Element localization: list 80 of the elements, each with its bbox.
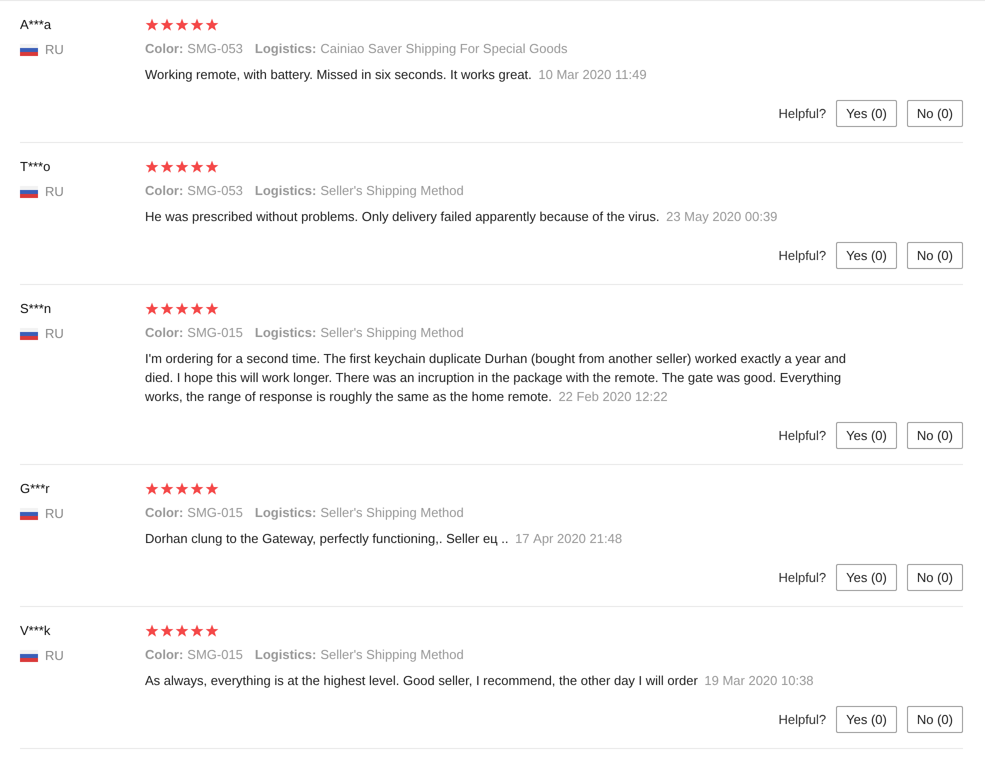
no-button[interactable]: No (0): [906, 242, 963, 269]
user-name: G***r: [20, 480, 51, 498]
color-label: Color:: [145, 505, 184, 520]
star-icon: [175, 624, 189, 638]
helpful-label: Helpful?: [778, 106, 826, 121]
star-icon: [190, 18, 204, 32]
color-label: Color:: [145, 647, 184, 662]
flag-icon: [20, 328, 38, 340]
country-code: RU: [45, 42, 64, 57]
country-code: RU: [45, 184, 64, 199]
country-code: RU: [45, 506, 64, 521]
flag-icon: [20, 44, 38, 56]
review-text: Dorhan clung to the Gateway, perfectly functioning,. Seller ец .. 17 Apr 2020 21:48: [145, 530, 624, 548]
user-name: V***k: [20, 622, 52, 640]
color-label: Color:: [145, 325, 184, 340]
user-name: T***o: [20, 158, 52, 176]
review-text: He was prescribed without problems. Only delivery failed apparently because of the virus. 23 May 2020 00:39: [145, 208, 778, 226]
logistics-value: Seller's Shipping Method: [320, 183, 464, 198]
logistics-label: Logistics:: [254, 325, 316, 340]
logistics-label: Logistics:: [254, 41, 316, 56]
star-icon: [205, 160, 219, 174]
color-value: SMG-015: [187, 505, 243, 520]
logistics-value: Seller's Shipping Method: [320, 505, 464, 520]
yes-button[interactable]: Yes (0): [836, 422, 897, 449]
star-icon: [190, 624, 204, 638]
yes-button[interactable]: Yes (0): [836, 242, 897, 269]
star-icon: [160, 482, 174, 496]
review-text: I'm ordering for a second time. The first keychain duplicate Durhan (bought from another seller) worked exactly a year and died. I hope this will work longer. There was an incruption in the package with the remote. The gate was good. Everything works, the range of response is roughly the same as the home remote. 22 Feb 2020 12:22: [145, 350, 847, 406]
user-name: A***a: [20, 16, 52, 34]
review-text: Working remote, with battery. Missed in six seconds. It works great. 10 Mar 2020 11:49: [145, 66, 648, 84]
yes-button[interactable]: Yes (0): [836, 564, 897, 591]
color-value: SMG-053: [187, 183, 243, 198]
color-value: SMG-015: [187, 325, 243, 340]
star-icon: [175, 482, 189, 496]
flag-icon: [20, 186, 38, 198]
helpful-label: Helpful?: [778, 712, 826, 727]
yes-button[interactable]: Yes (0): [836, 100, 897, 127]
star-icon: [205, 18, 219, 32]
color-label: Color:: [145, 183, 184, 198]
star-icon: [160, 18, 174, 32]
yes-button[interactable]: Yes (0): [836, 706, 897, 733]
star-icon: [145, 624, 159, 638]
star-icon: [160, 302, 174, 316]
no-button[interactable]: No (0): [906, 564, 963, 591]
logistics-label: Logistics:: [254, 183, 316, 198]
country-code: RU: [45, 326, 64, 341]
star-icon: [175, 160, 189, 174]
star-icon: [145, 302, 159, 316]
flag-icon: [20, 508, 38, 520]
star-icon: [175, 18, 189, 32]
star-icon: [160, 624, 174, 638]
country-code: RU: [45, 648, 64, 663]
helpful-label: Helpful?: [778, 428, 826, 443]
star-icon: [145, 18, 159, 32]
star-icon: [205, 482, 219, 496]
helpful-label: Helpful?: [778, 570, 826, 585]
review-text: As always, everything is at the highest level. Good seller, I recommend, the other day I will order 19 Mar 2020 10:38: [145, 672, 815, 690]
helpful-label: Helpful?: [778, 248, 826, 263]
star-icon: [190, 482, 204, 496]
color-value: SMG-053: [187, 41, 243, 56]
logistics-value: Seller's Shipping Method: [320, 647, 464, 662]
logistics-label: Logistics:: [254, 647, 316, 662]
star-icon: [205, 302, 219, 316]
star-icon: [160, 160, 174, 174]
flag-icon: [20, 650, 38, 662]
no-button[interactable]: No (0): [906, 706, 963, 733]
no-button[interactable]: No (0): [906, 422, 963, 449]
user-name: S***n: [20, 300, 52, 318]
logistics-label: Logistics:: [254, 505, 316, 520]
color-value: SMG-015: [187, 647, 243, 662]
star-icon: [145, 482, 159, 496]
star-icon: [205, 624, 219, 638]
logistics-value: Seller's Shipping Method: [320, 325, 464, 340]
star-icon: [190, 160, 204, 174]
star-icon: [190, 302, 204, 316]
star-icon: [175, 302, 189, 316]
color-label: Color:: [145, 41, 184, 56]
logistics-value: Cainiao Saver Shipping For Special Goods: [320, 41, 568, 56]
no-button[interactable]: No (0): [906, 100, 963, 127]
star-icon: [145, 160, 159, 174]
